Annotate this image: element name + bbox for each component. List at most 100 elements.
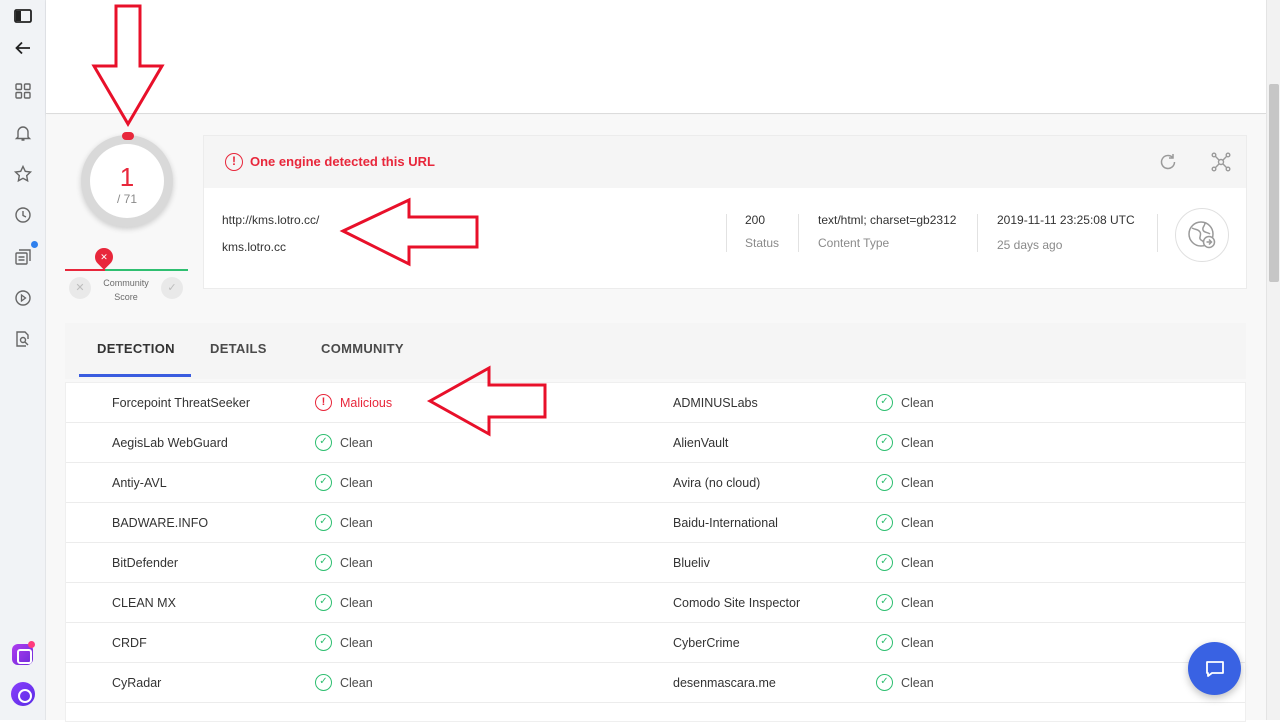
- clean-check-icon: ✓: [876, 434, 893, 451]
- url-globe-icon: [1175, 208, 1229, 262]
- http-status-value: 200: [745, 213, 766, 227]
- engine-name: BitDefender: [112, 556, 179, 570]
- content-type-label: Content Type: [818, 236, 890, 250]
- divider: [726, 214, 727, 252]
- divider: [1157, 214, 1158, 252]
- scanned-url[interactable]: http://kms.lotro.cc/: [222, 213, 319, 227]
- alert-circle-icon: !: [225, 153, 243, 171]
- vote-up-button[interactable]: ✓: [161, 277, 183, 299]
- divider: [798, 214, 799, 252]
- detection-score-ring: 1 / 71: [81, 132, 173, 227]
- engine-name: AlienVault: [673, 436, 729, 450]
- engine-result: Clean: [901, 516, 934, 530]
- scanned-host[interactable]: kms.lotro.cc: [222, 240, 286, 254]
- engine-result: Clean: [901, 396, 934, 410]
- engine-result: Malicious: [340, 396, 393, 410]
- engine-name: Forcepoint ThreatSeeker: [112, 396, 251, 410]
- clean-check-icon: ✓: [315, 634, 332, 651]
- browser-sidebar: [0, 0, 46, 720]
- reanalyze-icon[interactable]: [1157, 151, 1179, 173]
- page-header-area: [46, 0, 1266, 114]
- media-play-icon[interactable]: [11, 286, 35, 310]
- engine-result: Clean: [340, 596, 373, 610]
- clean-check-icon: ✓: [876, 634, 893, 651]
- alice-app-icon[interactable]: [12, 641, 35, 665]
- clean-check-icon: ✓: [876, 674, 893, 691]
- analysis-date: 2019-11-11 23:25:08 UTC: [997, 213, 1135, 227]
- engine-name: CyRadar: [112, 676, 162, 690]
- engine-result: Clean: [901, 476, 934, 490]
- chat-support-button[interactable]: [1188, 642, 1241, 695]
- community-bar-negative: [65, 269, 105, 271]
- engine-name: Comodo Site Inspector: [673, 596, 801, 610]
- table-row: CyRadar ✓ Clean desenmascara.me ✓ Clean: [66, 663, 1245, 703]
- chat-bubble-icon: [1205, 660, 1224, 677]
- collections-icon[interactable]: [11, 245, 35, 269]
- page-scrollbar[interactable]: [1266, 0, 1280, 720]
- community-pin-label: ✕: [100, 252, 108, 262]
- url-summary-card: ! One engine detected this URL http://km…: [203, 135, 1247, 289]
- graph-view-icon[interactable]: [1210, 151, 1232, 173]
- scrollbar-thumb[interactable]: [1269, 84, 1279, 282]
- engine-name: Avira (no cloud): [673, 476, 761, 490]
- engine-result: Clean: [901, 636, 934, 650]
- clean-check-icon: ✓: [876, 554, 893, 571]
- community-score: ✕ ✕ Community Score ✓: [65, 244, 189, 306]
- engine-result: Clean: [340, 556, 373, 570]
- engine-result: Clean: [340, 676, 373, 690]
- engine-name: AegisLab WebGuard: [112, 436, 228, 450]
- engine-name: Antiy-AVL: [112, 476, 167, 490]
- detected-count: 1: [119, 162, 135, 192]
- divider: [977, 214, 978, 252]
- bookmarks-star-icon[interactable]: [11, 162, 35, 186]
- vote-down-button[interactable]: ✕: [69, 277, 91, 299]
- content-type-value: text/html; charset=gb2312: [818, 213, 957, 227]
- notification-dot-icon: [31, 241, 38, 248]
- community-bar-positive: [105, 269, 188, 271]
- engine-result: Clean: [901, 596, 934, 610]
- clean-check-icon: ✓: [315, 514, 332, 531]
- table-row: BADWARE.INFO ✓ Clean Baidu-International…: [66, 503, 1245, 543]
- tab-details[interactable]: DETAILS: [210, 341, 267, 356]
- score-marker: [122, 132, 134, 140]
- history-clock-icon[interactable]: [11, 203, 35, 227]
- report-tabs: DETECTION DETAILS COMMUNITY: [65, 323, 1246, 379]
- clean-check-icon: ✓: [315, 434, 332, 451]
- table-row: AegisLab WebGuard ✓ Clean AlienVault ✓ C…: [66, 423, 1245, 463]
- engine-result: Clean: [340, 636, 373, 650]
- clean-check-icon: ✓: [876, 394, 893, 411]
- engine-result: Clean: [340, 476, 373, 490]
- tabs-grid-icon[interactable]: [11, 79, 35, 103]
- engine-name: CyberCrime: [673, 636, 740, 650]
- table-row: CRDF ✓ Clean CyberCrime ✓ Clean: [66, 623, 1245, 663]
- http-status-label: Status: [745, 236, 780, 250]
- clean-check-icon: ✓: [315, 594, 332, 611]
- clean-check-icon: ✓: [876, 514, 893, 531]
- clean-check-icon: ✓: [876, 474, 893, 491]
- engine-result: Clean: [901, 676, 934, 690]
- engine-name: CRDF: [112, 636, 147, 650]
- engine-name: desenmascara.me: [673, 676, 776, 690]
- table-row: CLEAN MX ✓ Clean Comodo Site Inspector ✓…: [66, 583, 1245, 623]
- page-search-icon[interactable]: [11, 327, 35, 351]
- sidebar-toggle-icon[interactable]: [11, 4, 35, 28]
- total-engines: / 71: [116, 192, 137, 206]
- table-row: Forcepoint ThreatSeeker ! Malicious ADMI…: [66, 383, 1245, 423]
- community-label-line1: Community: [103, 278, 149, 288]
- engine-name: CLEAN MX: [112, 596, 176, 610]
- engine-name: ADMINUSLabs: [673, 396, 758, 410]
- tab-community[interactable]: COMMUNITY: [321, 341, 404, 356]
- malicious-alert-icon: !: [315, 394, 332, 411]
- clean-check-icon: ✓: [315, 554, 332, 571]
- engine-result: Clean: [340, 516, 373, 530]
- tab-detection[interactable]: DETECTION: [97, 341, 175, 356]
- community-score-label: Community Score: [93, 276, 159, 304]
- notifications-bell-icon[interactable]: [11, 121, 35, 145]
- engine-name: BADWARE.INFO: [112, 516, 209, 530]
- engine-name: Blueliv: [673, 556, 710, 570]
- back-arrow-icon[interactable]: [11, 36, 35, 60]
- community-label-line2: Score: [114, 292, 138, 302]
- alice-assistant-icon[interactable]: [11, 682, 35, 706]
- engine-name: Baidu-International: [673, 516, 778, 530]
- active-tab-indicator: [79, 374, 191, 377]
